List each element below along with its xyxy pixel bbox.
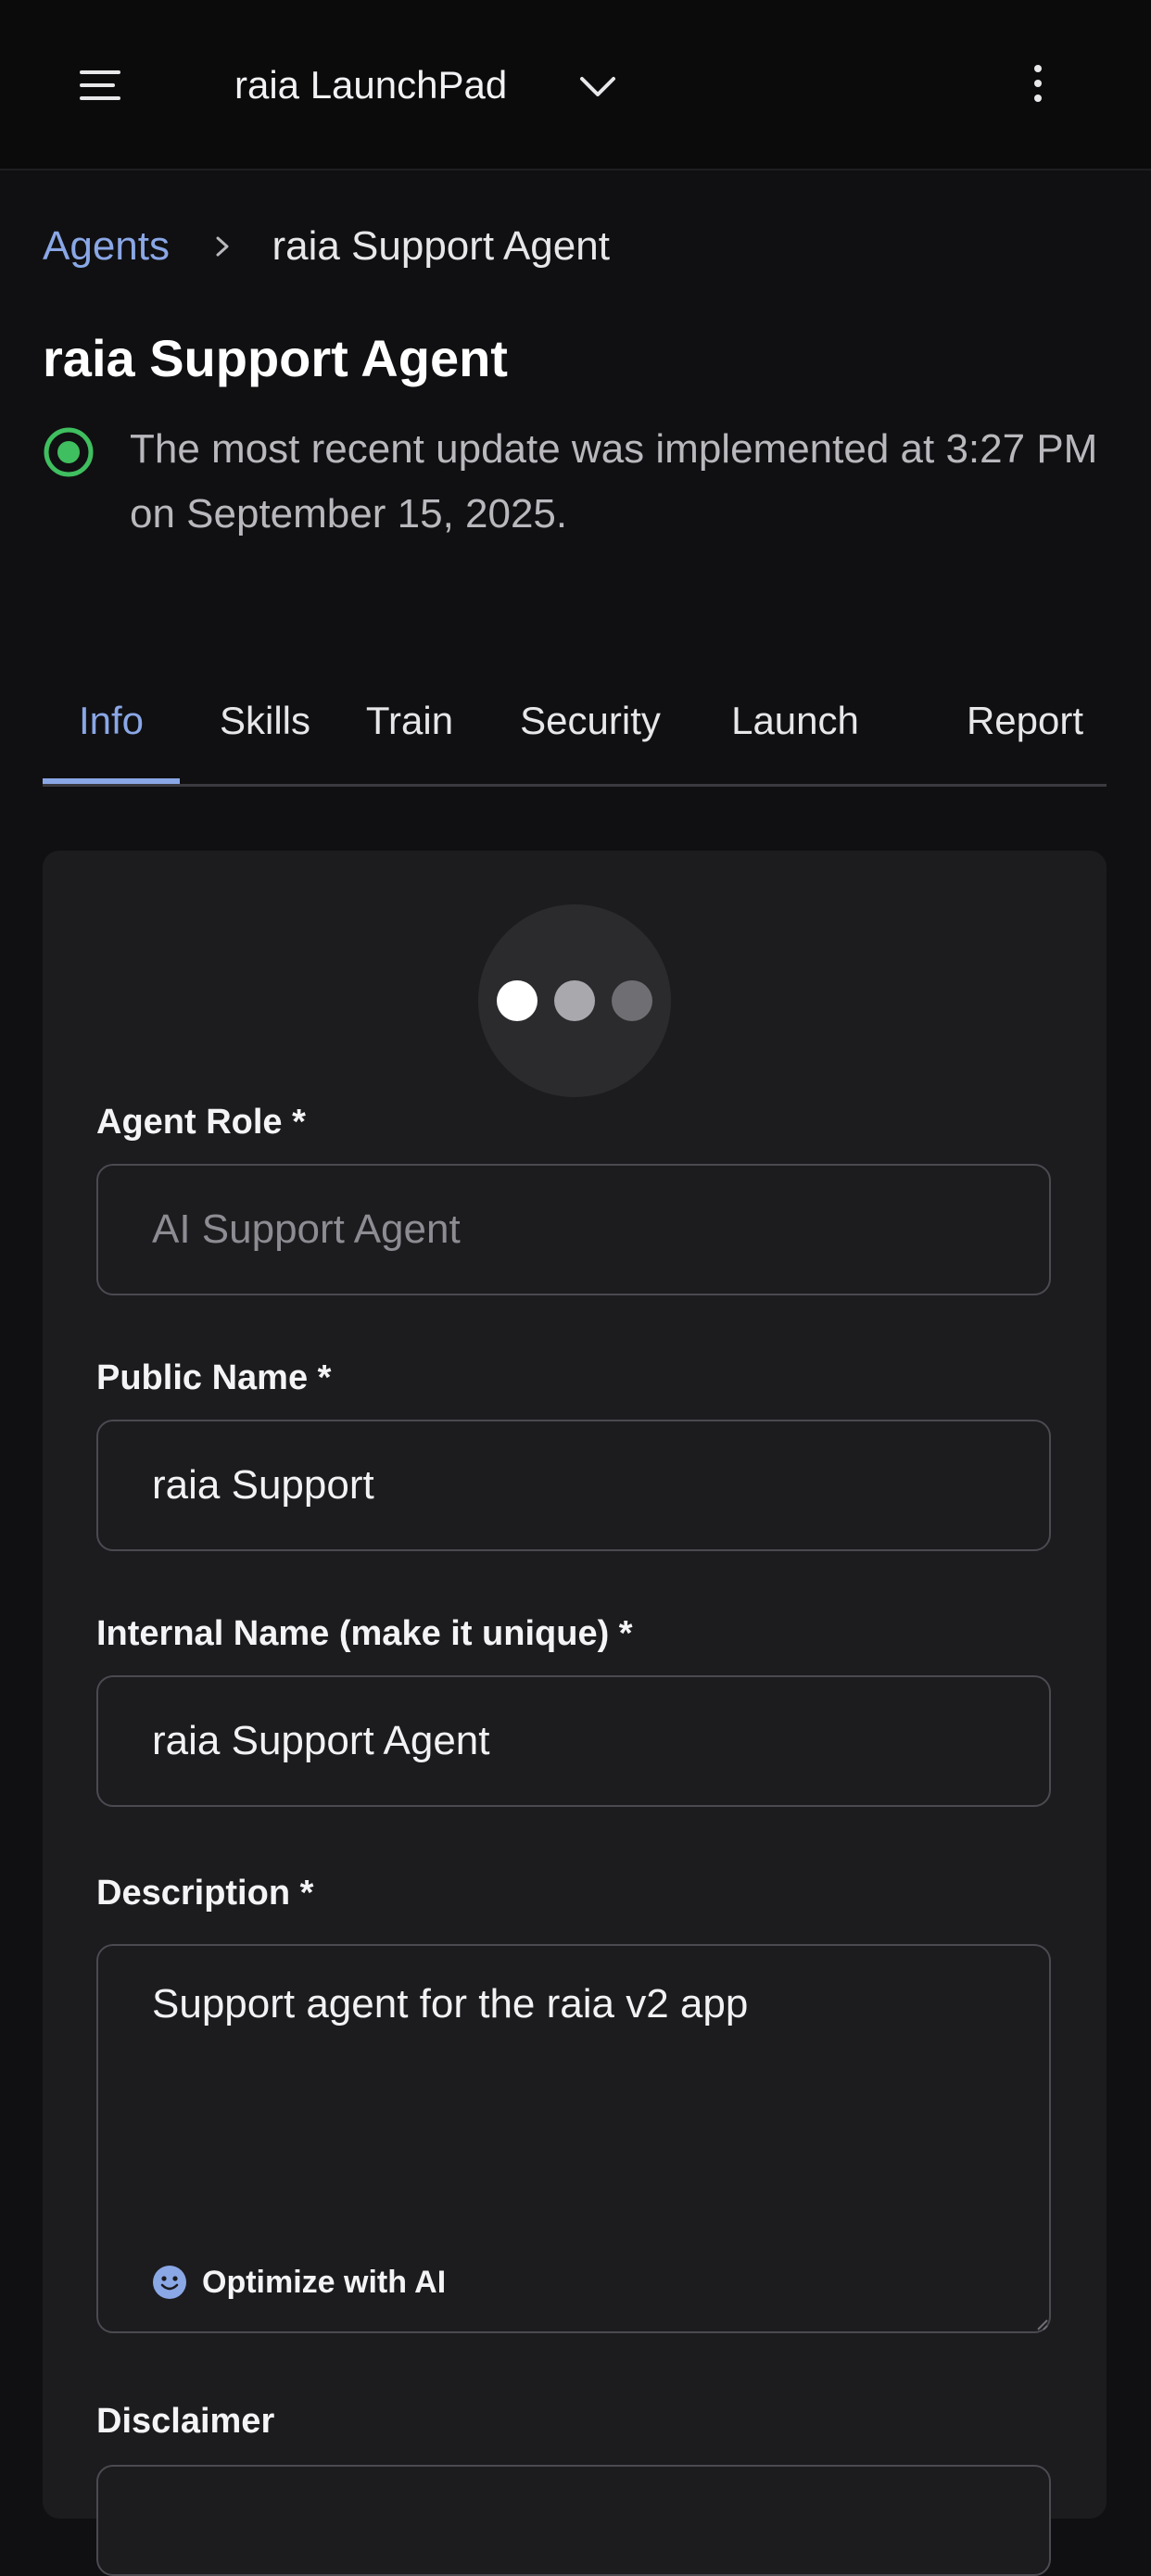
internal-name-label: Internal Name (make it unique) * [96,1614,633,1653]
page-title: raia Support Agent [43,329,508,387]
avatar-dot-icon [612,980,652,1021]
tab-info[interactable]: Info [43,686,180,784]
disclaimer-label: Disclaimer [96,2402,275,2441]
chevron-down-icon[interactable] [576,65,619,107]
status-radio-icon [44,427,94,477]
public-name-input[interactable] [96,1420,1051,1551]
agent-role-label: Agent Role * [96,1103,306,1142]
status-text: The most recent update was implemented a… [130,426,1098,537]
breadcrumb-current: raia Support Agent [272,223,610,269]
tab-train[interactable]: Train [356,686,463,784]
description-label: Description * [96,1874,314,1913]
agent-avatar[interactable] [478,904,671,1097]
optimize-with-ai-button[interactable]: Optimize with AI [152,2259,446,2305]
description-field: Support agent for the raia v2 app Optimi… [96,1944,1051,2333]
optimize-with-ai-label: Optimize with AI [202,2264,447,2300]
agent-role-input[interactable] [96,1164,1051,1295]
internal-name-input[interactable] [96,1675,1051,1807]
tab-report[interactable]: Report [943,686,1107,784]
breadcrumb: Agents raia Support Agent [43,219,610,274]
top-bar: raia LaunchPad [0,0,1151,170]
tab-security[interactable]: Security [487,686,693,784]
avatar-dot-icon [497,980,538,1021]
vertical-dots-icon[interactable] [1029,61,1042,109]
tab-skills[interactable]: Skills [202,686,328,784]
chevron-right-icon [216,236,229,257]
description-textarea[interactable]: Support agent for the raia v2 app [98,1946,1049,2224]
disclaimer-input[interactable] [96,2465,1051,2576]
smiley-face-icon [153,2266,186,2299]
avatar-dot-icon [554,980,595,1021]
tab-bar: Info Skills Train Security Launch Report [43,686,1107,787]
resize-handle-icon[interactable] [1032,2315,1049,2331]
active-tab-indicator [43,778,180,784]
hamburger-menu-icon[interactable] [80,67,122,104]
public-name-label: Public Name * [96,1358,332,1397]
tab-launch[interactable]: Launch [714,686,877,784]
app-title[interactable]: raia LaunchPad [234,57,507,113]
breadcrumb-agents-link[interactable]: Agents [43,223,170,269]
agent-info-card: Agent Role * Public Name * Internal Name… [43,851,1107,2576]
